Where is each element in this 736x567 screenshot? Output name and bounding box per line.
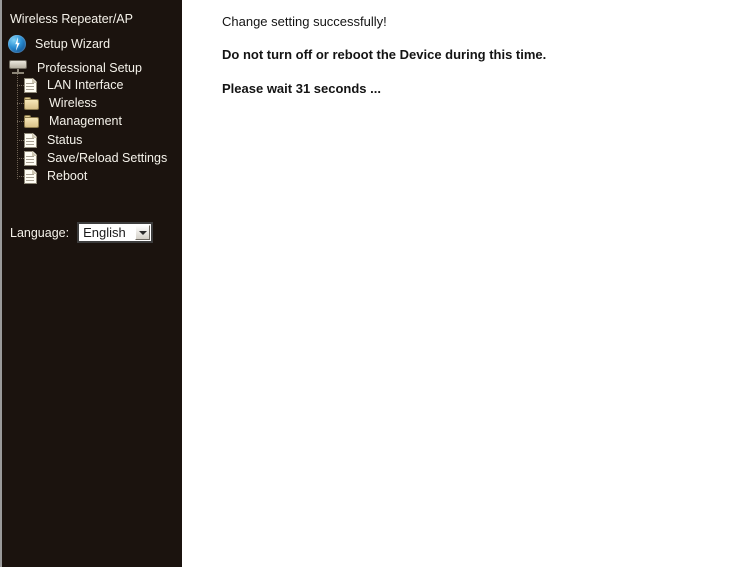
wizard-bolt-icon (8, 35, 26, 53)
sidebar-item-label: Reboot (47, 169, 88, 183)
warning-message: Do not turn off or reboot the Device dur… (222, 47, 547, 62)
sidebar-item-setup-wizard[interactable]: Setup Wizard (8, 35, 110, 53)
page-title: Wireless Repeater/AP (10, 12, 133, 26)
tree-trunk-line (17, 74, 18, 179)
sidebar-item-management[interactable]: Management (24, 114, 122, 129)
document-icon (24, 78, 37, 93)
language-label: Language: (10, 225, 70, 240)
main-content: Change setting successfully! Do not turn… (182, 0, 736, 567)
success-message: Change setting successfully! (222, 14, 387, 29)
sidebar-item-label: Management (49, 114, 122, 128)
sidebar-item-label: Save/Reload Settings (47, 151, 168, 165)
sidebar-item-label: LAN Interface (47, 78, 124, 92)
folder-icon (24, 115, 39, 128)
document-icon (24, 151, 37, 166)
page-root: Wireless Repeater/AP Setup Wizard Profes… (0, 0, 736, 567)
tree-branch-line (17, 103, 24, 104)
sidebar-item-professional-setup[interactable]: Professional Setup (8, 60, 142, 76)
chevron-down-icon[interactable] (135, 225, 151, 240)
sidebar-item-wireless[interactable]: Wireless (24, 96, 97, 111)
sidebar-item-status[interactable]: Status (24, 133, 82, 148)
sidebar-item-reboot[interactable]: Reboot (24, 169, 87, 184)
tree-branch-line (17, 85, 24, 86)
tree-branch-line (17, 176, 24, 177)
document-icon (24, 169, 37, 184)
sidebar-item-label: Status (47, 133, 83, 147)
language-selected-value: English (83, 225, 126, 240)
wait-countdown-message: Please wait 31 seconds ... (222, 81, 381, 96)
tree-branch-line (17, 121, 24, 122)
folder-icon (24, 97, 39, 110)
sidebar-item-save-reload-settings[interactable]: Save/Reload Settings (24, 151, 167, 166)
language-selector-group: Language: English (10, 222, 154, 243)
sidebar-item-label: Professional Setup (37, 60, 142, 75)
sidebar: Wireless Repeater/AP Setup Wizard Profes… (0, 0, 182, 567)
sidebar-item-lan-interface[interactable]: LAN Interface (24, 78, 123, 93)
document-icon (24, 133, 37, 148)
sidebar-item-label: Setup Wizard (35, 36, 111, 51)
device-icon (8, 60, 28, 76)
language-select[interactable]: English (77, 222, 154, 243)
tree-branch-line (17, 140, 24, 141)
tree-branch-line (17, 158, 24, 159)
sidebar-item-label: Wireless (49, 96, 97, 110)
